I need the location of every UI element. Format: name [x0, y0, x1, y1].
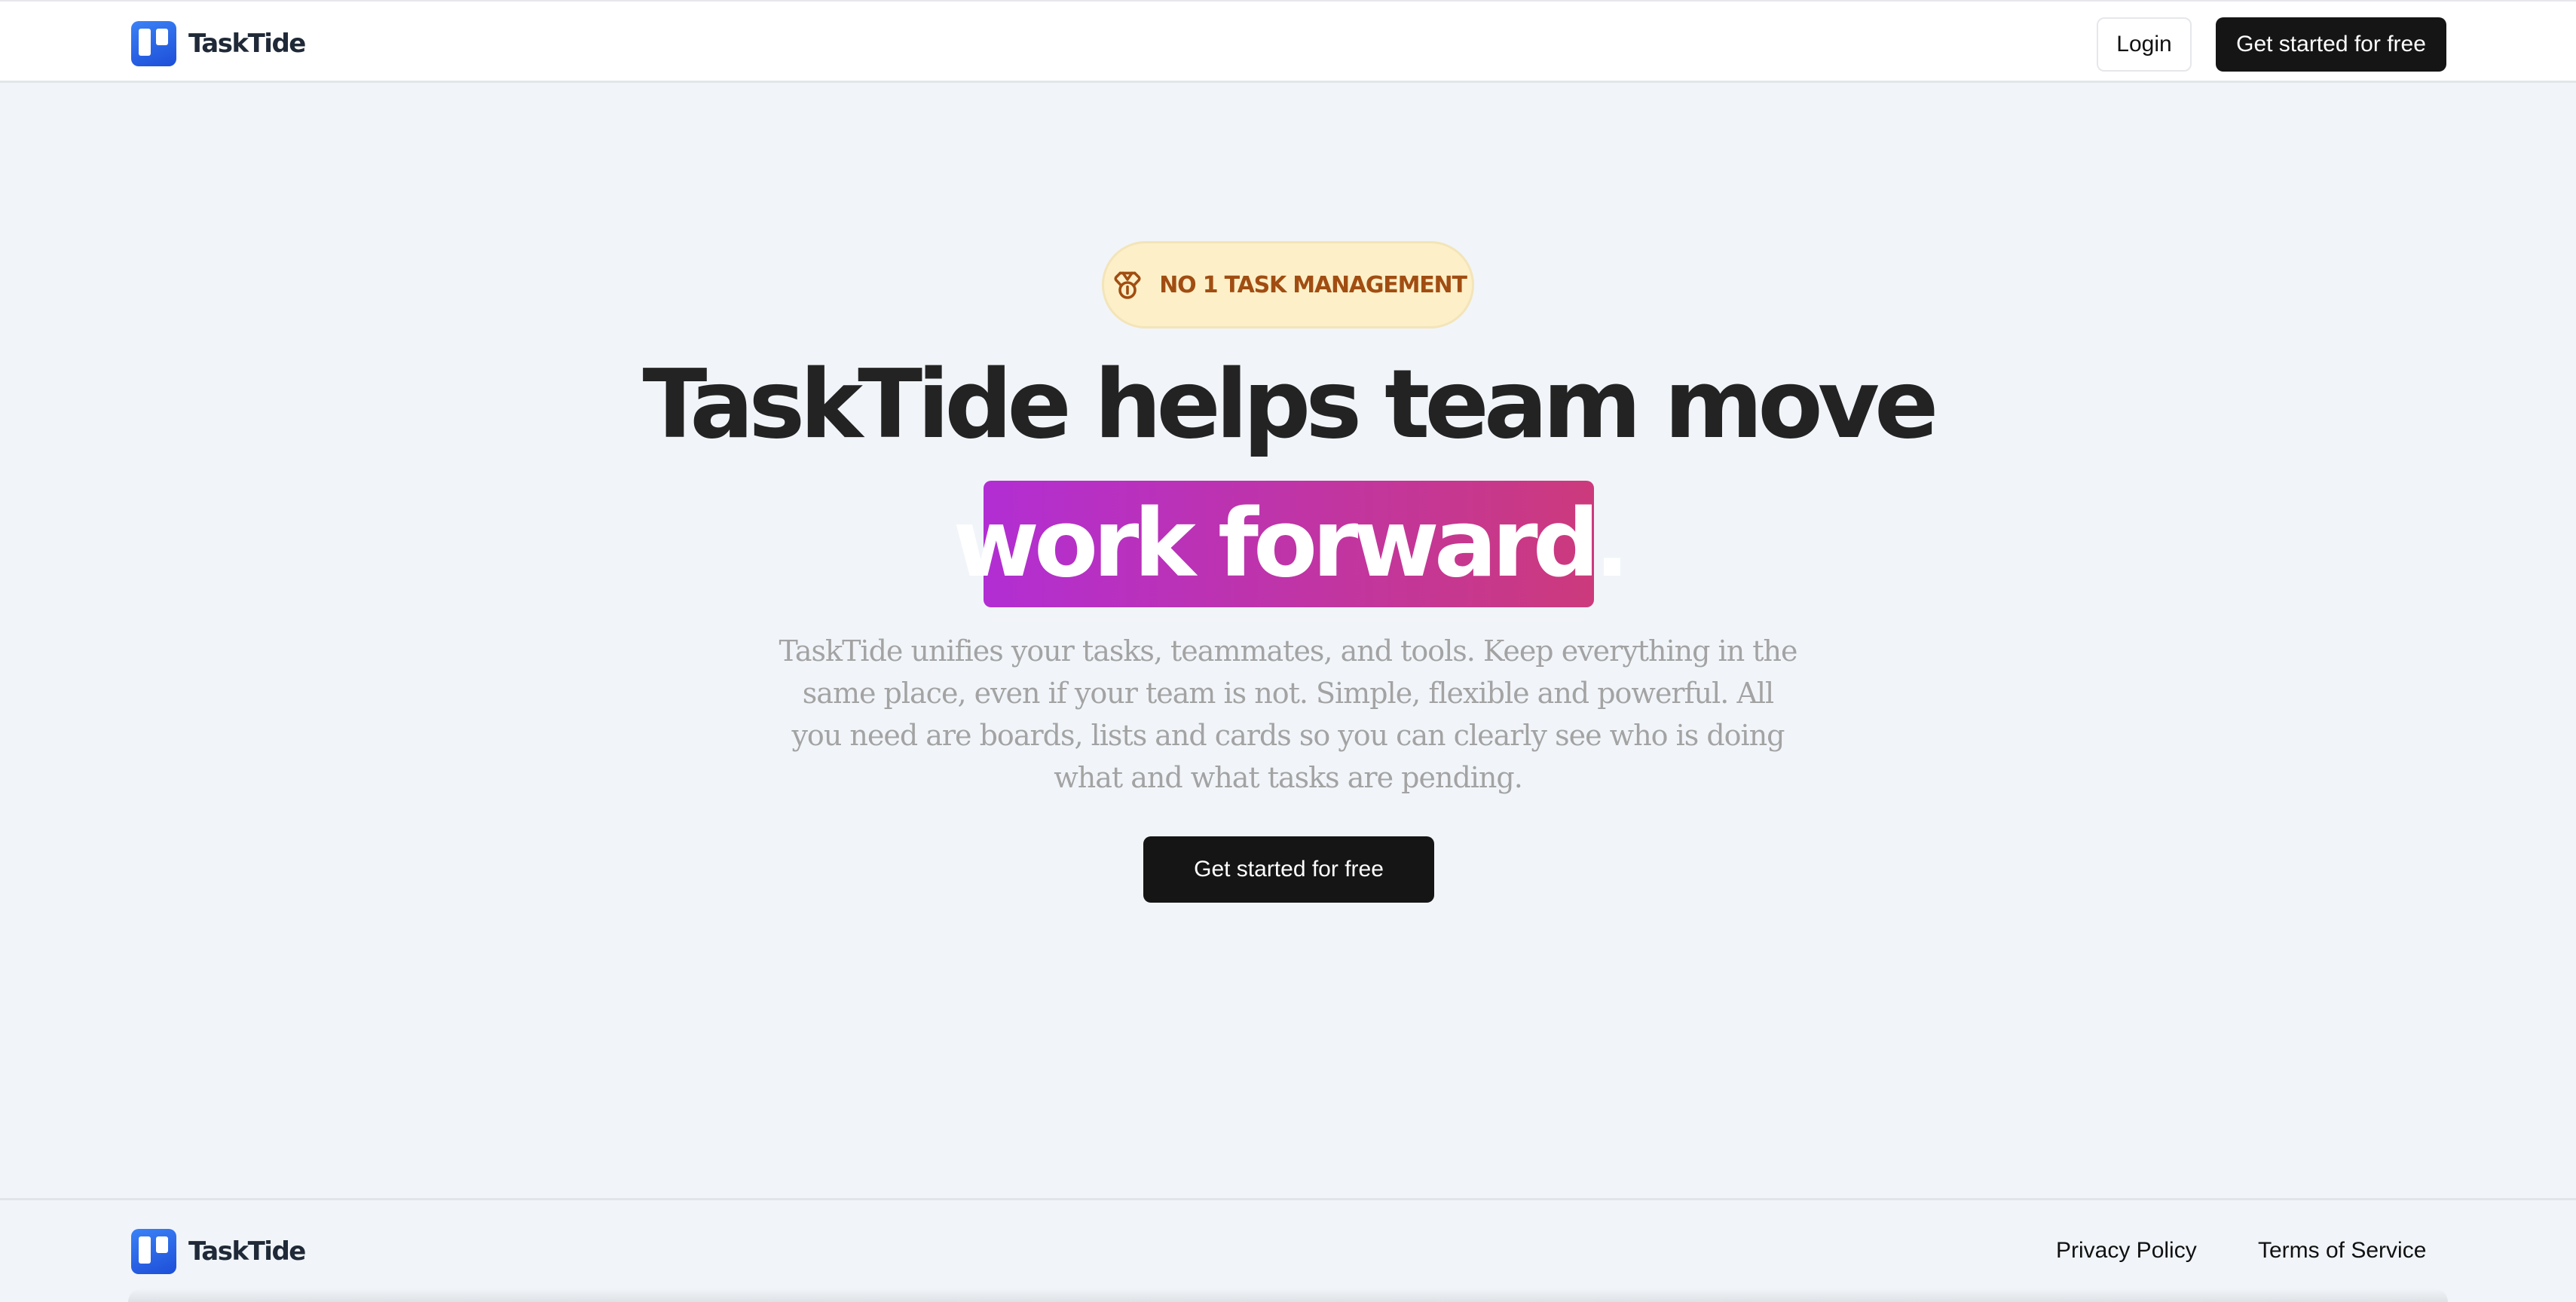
privacy-policy-link[interactable]: Privacy Policy [2056, 1238, 2197, 1264]
site-footer: TaskTide Privacy Policy Terms of Service [0, 1198, 2576, 1302]
hero-title: TaskTide helps team move [642, 349, 1939, 460]
brand-name: TaskTide [188, 29, 306, 59]
hero-highlight: work forward. [953, 481, 1630, 607]
header-logo[interactable]: TaskTide [131, 21, 306, 66]
medal-icon [1114, 271, 1141, 299]
board-columns-icon [131, 21, 176, 66]
footer-logo[interactable]: TaskTide [131, 1229, 306, 1274]
site-header: TaskTide Login Get started for free [0, 0, 2576, 83]
header-get-started-button[interactable]: Get started for free [2216, 17, 2446, 72]
terms-of-service-link[interactable]: Terms of Service [2258, 1238, 2426, 1264]
login-button[interactable]: Login [2097, 17, 2192, 72]
footer-brand-name: TaskTide [188, 1236, 306, 1267]
hero-highlight-text: work forward. [953, 490, 1629, 598]
footer-shadow [128, 1288, 2448, 1302]
hero-description: TaskTide unifies your tasks, teammates, … [779, 634, 1798, 794]
badge-label: NO 1 TASK MANAGEMENT [1159, 271, 1467, 298]
board-columns-icon [131, 1229, 176, 1274]
hero-get-started-button[interactable]: Get started for free [1143, 836, 1434, 903]
hero-badge: NO 1 TASK MANAGEMENT [1102, 241, 1474, 329]
